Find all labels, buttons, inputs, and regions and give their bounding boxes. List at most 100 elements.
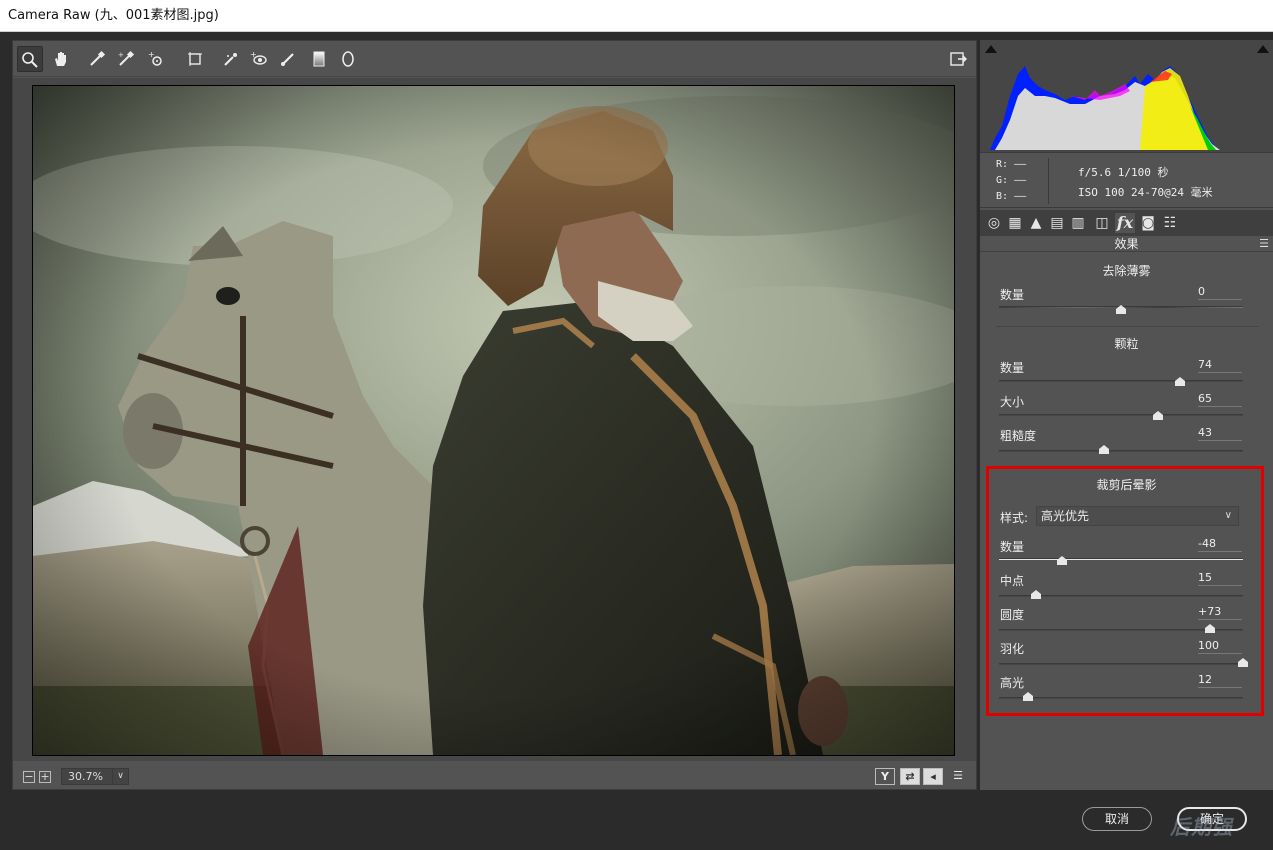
spot-removal-tool-icon[interactable] <box>218 46 244 72</box>
svg-text:+: + <box>250 50 257 59</box>
vignette-feather-value[interactable]: 100 <box>1198 639 1242 654</box>
lens-corrections-tab-icon[interactable]: ◫ <box>1092 213 1112 233</box>
panel-title-bar: 效果 ☰ <box>980 236 1273 252</box>
vignette-amount-thumb[interactable] <box>1057 556 1068 565</box>
dehaze-amount-label: 数量 <box>1000 288 1025 302</box>
presets-tab-icon[interactable]: ☷ <box>1160 213 1180 233</box>
vignette-roundness-value[interactable]: +73 <box>1198 605 1242 620</box>
vignette-highlights-thumb[interactable] <box>1023 692 1034 701</box>
toggle-settings-icon[interactable]: ☰ <box>948 768 968 785</box>
grain-size-thumb[interactable] <box>1152 411 1163 420</box>
vignette-amount-slider[interactable] <box>999 558 1243 560</box>
vignette-title: 裁剪后晕影 <box>1096 478 1157 492</box>
image-canvas <box>13 78 976 761</box>
grain-amount-label: 数量 <box>1000 361 1025 375</box>
section-divider <box>996 326 1259 327</box>
red-readout-label: R: <box>996 159 1009 170</box>
cancel-button[interactable]: 取消 <box>1082 807 1152 831</box>
vignette-midpoint-value[interactable]: 15 <box>1198 571 1242 586</box>
grain-roughness-thumb[interactable] <box>1098 445 1109 454</box>
watermark-text: 后期强 <box>1170 815 1233 839</box>
vignette-midpoint-label: 中点 <box>1000 574 1025 588</box>
transform-tool-icon[interactable] <box>182 46 208 72</box>
tone-curve-tab-icon[interactable]: ▦ <box>1005 213 1025 233</box>
panel-tabs: ◎ ▦ ▲ ▤ ▥ ◫ fx ◙ ☷ <box>980 210 1273 236</box>
graduated-filter-icon[interactable] <box>306 46 332 72</box>
blue-readout-label: B: <box>996 191 1009 202</box>
grain-size-slider[interactable] <box>999 414 1243 416</box>
grain-amount-slider[interactable] <box>999 380 1243 382</box>
vignette-amount-label: 数量 <box>1000 540 1025 554</box>
blue-readout-value: —— <box>1014 191 1027 202</box>
vignette-midpoint-thumb[interactable] <box>1030 590 1041 599</box>
iso-lens-info: ISO 100 24-70@24 毫米 <box>1078 186 1213 199</box>
vignette-feather-thumb[interactable] <box>1238 658 1248 667</box>
grain-size-value[interactable]: 65 <box>1198 392 1242 407</box>
histogram <box>980 40 1273 153</box>
red-eye-tool-icon[interactable]: + <box>246 46 272 72</box>
camera-calibration-tab-icon[interactable]: ◙ <box>1138 213 1158 233</box>
basic-tab-icon[interactable]: ◎ <box>984 213 1004 233</box>
image-workspace: + + + − + 30.7% ∨ Y ⇄ ◂ ☰ <box>12 40 977 790</box>
vignette-highlights-slider[interactable] <box>999 697 1243 699</box>
vignette-feather-slider[interactable] <box>999 663 1243 665</box>
zoom-level-value: 30.7% <box>68 770 103 783</box>
grain-title: 颗粒 <box>1114 337 1139 351</box>
zoom-out-button[interactable]: − <box>23 771 35 783</box>
hsl-tab-icon[interactable]: ▤ <box>1047 213 1067 233</box>
preview-status-bar: − + 30.7% ∨ Y ⇄ ◂ ☰ <box>13 763 976 789</box>
before-after-toggle-icon[interactable]: Y <box>875 768 895 785</box>
aperture-shutter-info: f/5.6 1/100 秒 <box>1078 166 1169 179</box>
vignette-style-label: 样式: <box>1000 511 1029 525</box>
grain-size-label: 大小 <box>1000 395 1025 409</box>
radial-filter-icon[interactable] <box>335 46 361 72</box>
camera-info: R: —— G: —— B: —— f/5.6 1/100 秒 ISO 100 … <box>980 154 1273 208</box>
chevron-down-icon: ∨ <box>1224 510 1232 521</box>
vignette-roundness-label: 圆度 <box>1000 608 1025 622</box>
adjustment-panel: R: —— G: —— B: —— f/5.6 1/100 秒 ISO 100 … <box>980 40 1273 790</box>
vignette-style-select[interactable]: 高光优先 ∨ <box>1036 506 1239 526</box>
dehaze-amount-thumb[interactable] <box>1116 305 1126 314</box>
zoom-level-select[interactable]: 30.7% ∨ <box>61 768 129 785</box>
info-divider <box>1048 158 1049 204</box>
chevron-down-icon: ∨ <box>112 769 128 784</box>
grain-amount-value[interactable]: 74 <box>1198 358 1242 373</box>
vignette-roundness-thumb[interactable] <box>1205 624 1216 633</box>
red-readout-value: —— <box>1014 159 1027 170</box>
vignette-style-value: 高光优先 <box>1041 509 1090 523</box>
grain-roughness-slider[interactable] <box>999 450 1243 452</box>
svg-text:+: + <box>118 51 124 59</box>
hand-tool-icon[interactable] <box>48 46 74 72</box>
grain-roughness-label: 粗糙度 <box>1000 429 1037 443</box>
effects-tab-icon[interactable]: fx <box>1115 213 1135 233</box>
swap-settings-icon[interactable]: ⇄ <box>900 768 920 785</box>
zoom-in-button[interactable]: + <box>39 771 51 783</box>
dehaze-amount-value[interactable]: 0 <box>1198 285 1242 300</box>
tool-bar: + + + <box>13 41 976 77</box>
white-balance-tool-icon[interactable] <box>84 46 110 72</box>
dehaze-title: 去除薄雾 <box>1102 264 1151 278</box>
preview-image[interactable] <box>32 85 955 756</box>
panel-title: 效果 <box>1114 237 1139 251</box>
vignette-highlights-label: 高光 <box>1000 676 1025 690</box>
window-title: Camera Raw (九、001素材图.jpg) <box>0 0 1273 32</box>
zoom-tool-icon[interactable] <box>17 46 43 72</box>
vignette-feather-label: 羽化 <box>1000 642 1025 656</box>
vignette-amount-value[interactable]: -48 <box>1198 537 1242 552</box>
histogram-graph <box>990 66 1220 150</box>
svg-text:+: + <box>148 50 155 59</box>
green-readout-label: G: <box>996 175 1009 186</box>
open-preferences-icon[interactable] <box>945 46 971 72</box>
green-readout-value: —— <box>1014 175 1027 186</box>
grain-roughness-value[interactable]: 43 <box>1198 426 1242 441</box>
copy-settings-icon[interactable]: ◂ <box>923 768 943 785</box>
adjustment-brush-icon[interactable] <box>275 46 301 72</box>
dialog-footer: 取消 确定 后期强 <box>0 795 1273 850</box>
color-sampler-tool-icon[interactable]: + <box>113 46 139 72</box>
split-toning-tab-icon[interactable]: ▥ <box>1068 213 1088 233</box>
grain-amount-thumb[interactable] <box>1174 377 1185 386</box>
vignette-highlights-value[interactable]: 12 <box>1198 673 1242 688</box>
detail-tab-icon[interactable]: ▲ <box>1026 213 1046 233</box>
panel-menu-icon[interactable]: ☰ <box>1259 236 1269 252</box>
targeted-adjustment-tool-icon[interactable]: + <box>143 46 169 72</box>
